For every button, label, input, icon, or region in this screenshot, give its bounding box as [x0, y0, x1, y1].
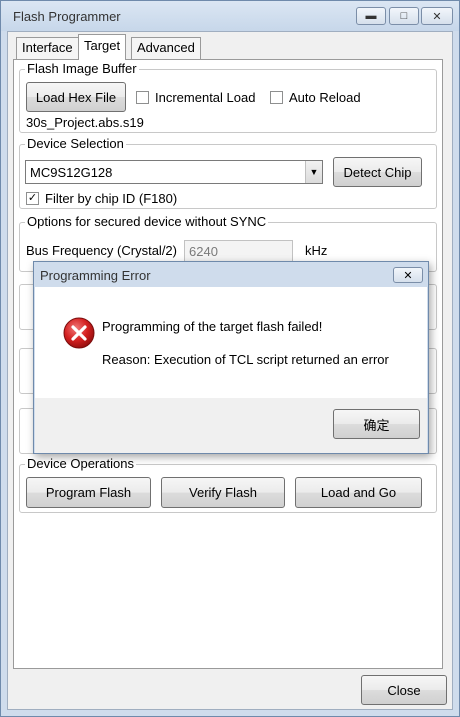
close-icon: ✕ — [432, 10, 442, 23]
checkbox-box[interactable] — [136, 91, 149, 104]
loaded-file-name: 30s_Project.abs.s19 — [26, 115, 144, 130]
device-operations-title: Device Operations — [25, 456, 136, 471]
dialog-title: Programming Error — [40, 268, 151, 283]
bus-frequency-input[interactable]: 6240 — [184, 240, 293, 263]
flash-image-buffer-title: Flash Image Buffer — [25, 61, 139, 76]
programming-error-dialog: Programming Error ✕ Programming of the t… — [33, 261, 429, 454]
close-icon: ✕ — [403, 269, 413, 282]
ok-button[interactable]: 确定 — [333, 409, 420, 439]
device-selection-title: Device Selection — [25, 136, 126, 151]
auto-reload-checkbox[interactable]: Auto Reload — [270, 90, 361, 105]
dialog-body: Programming of the target flash failed! … — [35, 287, 427, 398]
auto-reload-label: Auto Reload — [289, 90, 361, 105]
selected-device: MC9S12G128 — [30, 164, 113, 180]
close-button[interactable]: Close — [361, 675, 447, 705]
error-icon — [63, 317, 95, 349]
program-flash-button[interactable]: Program Flash — [26, 477, 151, 508]
maximize-icon: □ — [400, 10, 408, 22]
incremental-load-checkbox[interactable]: Incremental Load — [136, 90, 255, 105]
tab-target[interactable]: Target — [78, 34, 127, 60]
dialog-footer: 确定 — [35, 398, 427, 453]
tab-advanced[interactable]: Advanced — [131, 37, 201, 59]
flash-programmer-window: Flash Programmer ▬ □ ✕ Interface Target … — [0, 0, 460, 717]
tab-interface[interactable]: Interface — [16, 37, 79, 59]
chevron-down-icon[interactable]: ▼ — [305, 161, 322, 183]
error-reason: Reason: Execution of TCL script returned… — [102, 352, 389, 367]
verify-flash-button[interactable]: Verify Flash — [161, 477, 285, 508]
dialog-close-button[interactable]: ✕ — [393, 267, 423, 283]
maximize-button[interactable]: □ — [389, 7, 419, 25]
device-operations-group: Device Operations Program Flash Verify F… — [19, 456, 437, 513]
error-message: Programming of the target flash failed! — [102, 319, 323, 334]
minimize-button[interactable]: ▬ — [356, 7, 386, 25]
window-title: Flash Programmer — [13, 9, 121, 24]
bus-frequency-unit: kHz — [305, 243, 328, 258]
device-selection-group: Device Selection MC9S12G128 ▼ Detect Chi… — [19, 136, 437, 209]
filter-chip-id-checkbox[interactable]: ✓ Filter by chip ID (F180) — [26, 191, 177, 206]
device-select[interactable]: MC9S12G128 ▼ — [25, 160, 323, 184]
filter-chip-id-label: Filter by chip ID (F180) — [45, 191, 178, 206]
checkmark-icon[interactable]: ✓ — [26, 192, 39, 205]
load-and-go-button[interactable]: Load and Go — [295, 477, 422, 508]
load-hex-file-button[interactable]: Load Hex File — [26, 82, 126, 112]
title-bar[interactable]: Flash Programmer ▬ □ ✕ — [1, 1, 459, 31]
secured-device-options-title: Options for secured device without SYNC — [25, 214, 269, 229]
bus-frequency-label: Bus Frequency (Crystal/2) — [26, 243, 177, 258]
incremental-load-label: Incremental Load — [155, 90, 256, 105]
close-window-button[interactable]: ✕ — [421, 7, 453, 25]
minimize-icon: ▬ — [365, 10, 377, 22]
checkbox-box[interactable] — [270, 91, 283, 104]
detect-chip-button[interactable]: Detect Chip — [333, 157, 422, 187]
flash-image-buffer-group: Flash Image Buffer Load Hex File Increme… — [19, 61, 437, 133]
